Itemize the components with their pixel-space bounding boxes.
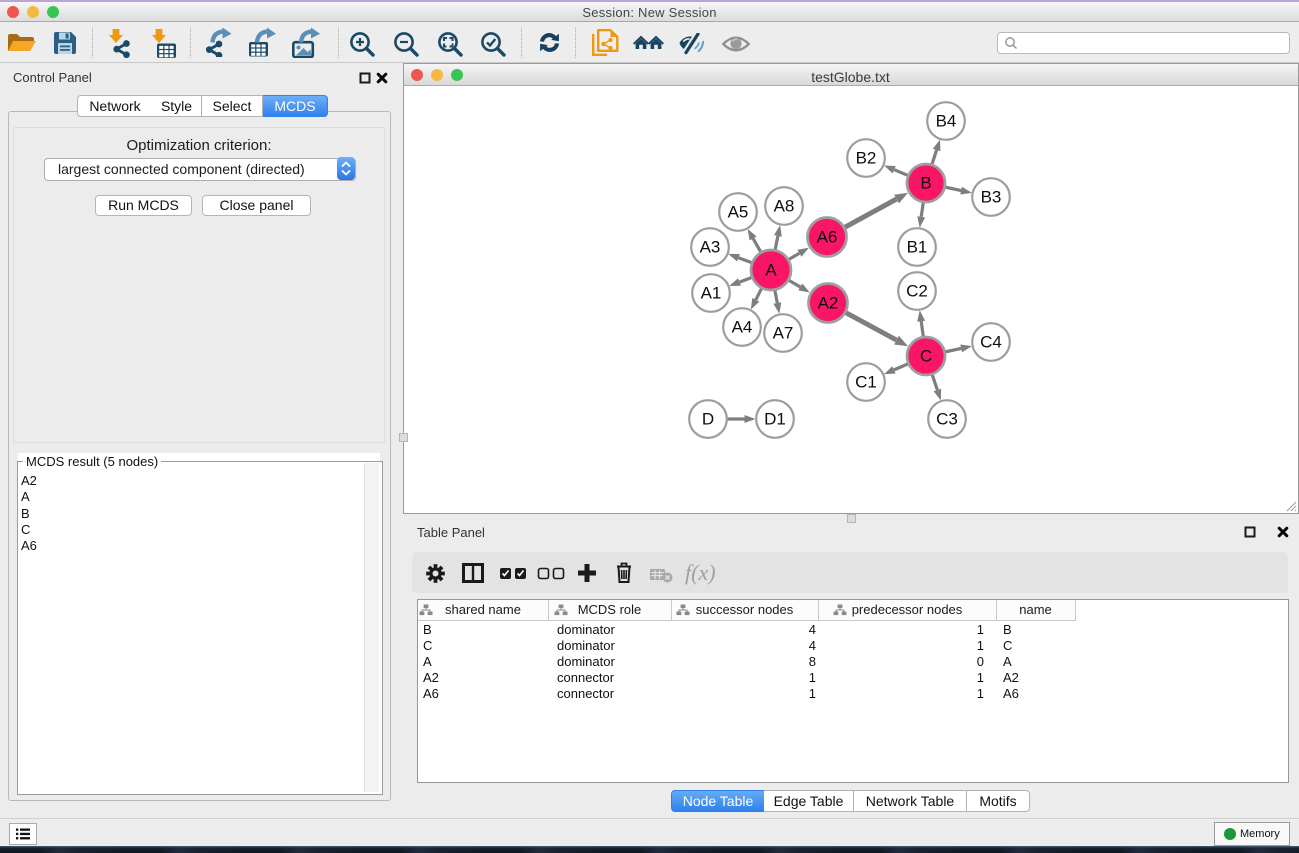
svg-text:C4: C4 (980, 333, 1002, 352)
svg-text:C2: C2 (906, 282, 928, 301)
svg-text:B3: B3 (981, 188, 1002, 207)
svg-text:C1: C1 (855, 373, 877, 392)
svg-text:A: A (765, 261, 777, 280)
svg-text:B: B (920, 174, 931, 193)
svg-text:C3: C3 (936, 410, 958, 429)
svg-text:A6: A6 (817, 228, 838, 247)
svg-text:A8: A8 (774, 197, 795, 216)
svg-text:C: C (920, 347, 932, 366)
svg-text:A7: A7 (773, 324, 794, 343)
svg-text:A5: A5 (728, 203, 749, 222)
svg-text:D1: D1 (764, 410, 786, 429)
svg-text:B1: B1 (907, 238, 928, 257)
svg-text:A3: A3 (700, 238, 721, 257)
svg-text:A4: A4 (732, 318, 753, 337)
svg-text:A2: A2 (818, 294, 839, 313)
svg-text:D: D (702, 410, 714, 429)
svg-text:B4: B4 (936, 112, 957, 131)
svg-text:B2: B2 (856, 149, 877, 168)
svg-text:A1: A1 (701, 284, 722, 303)
